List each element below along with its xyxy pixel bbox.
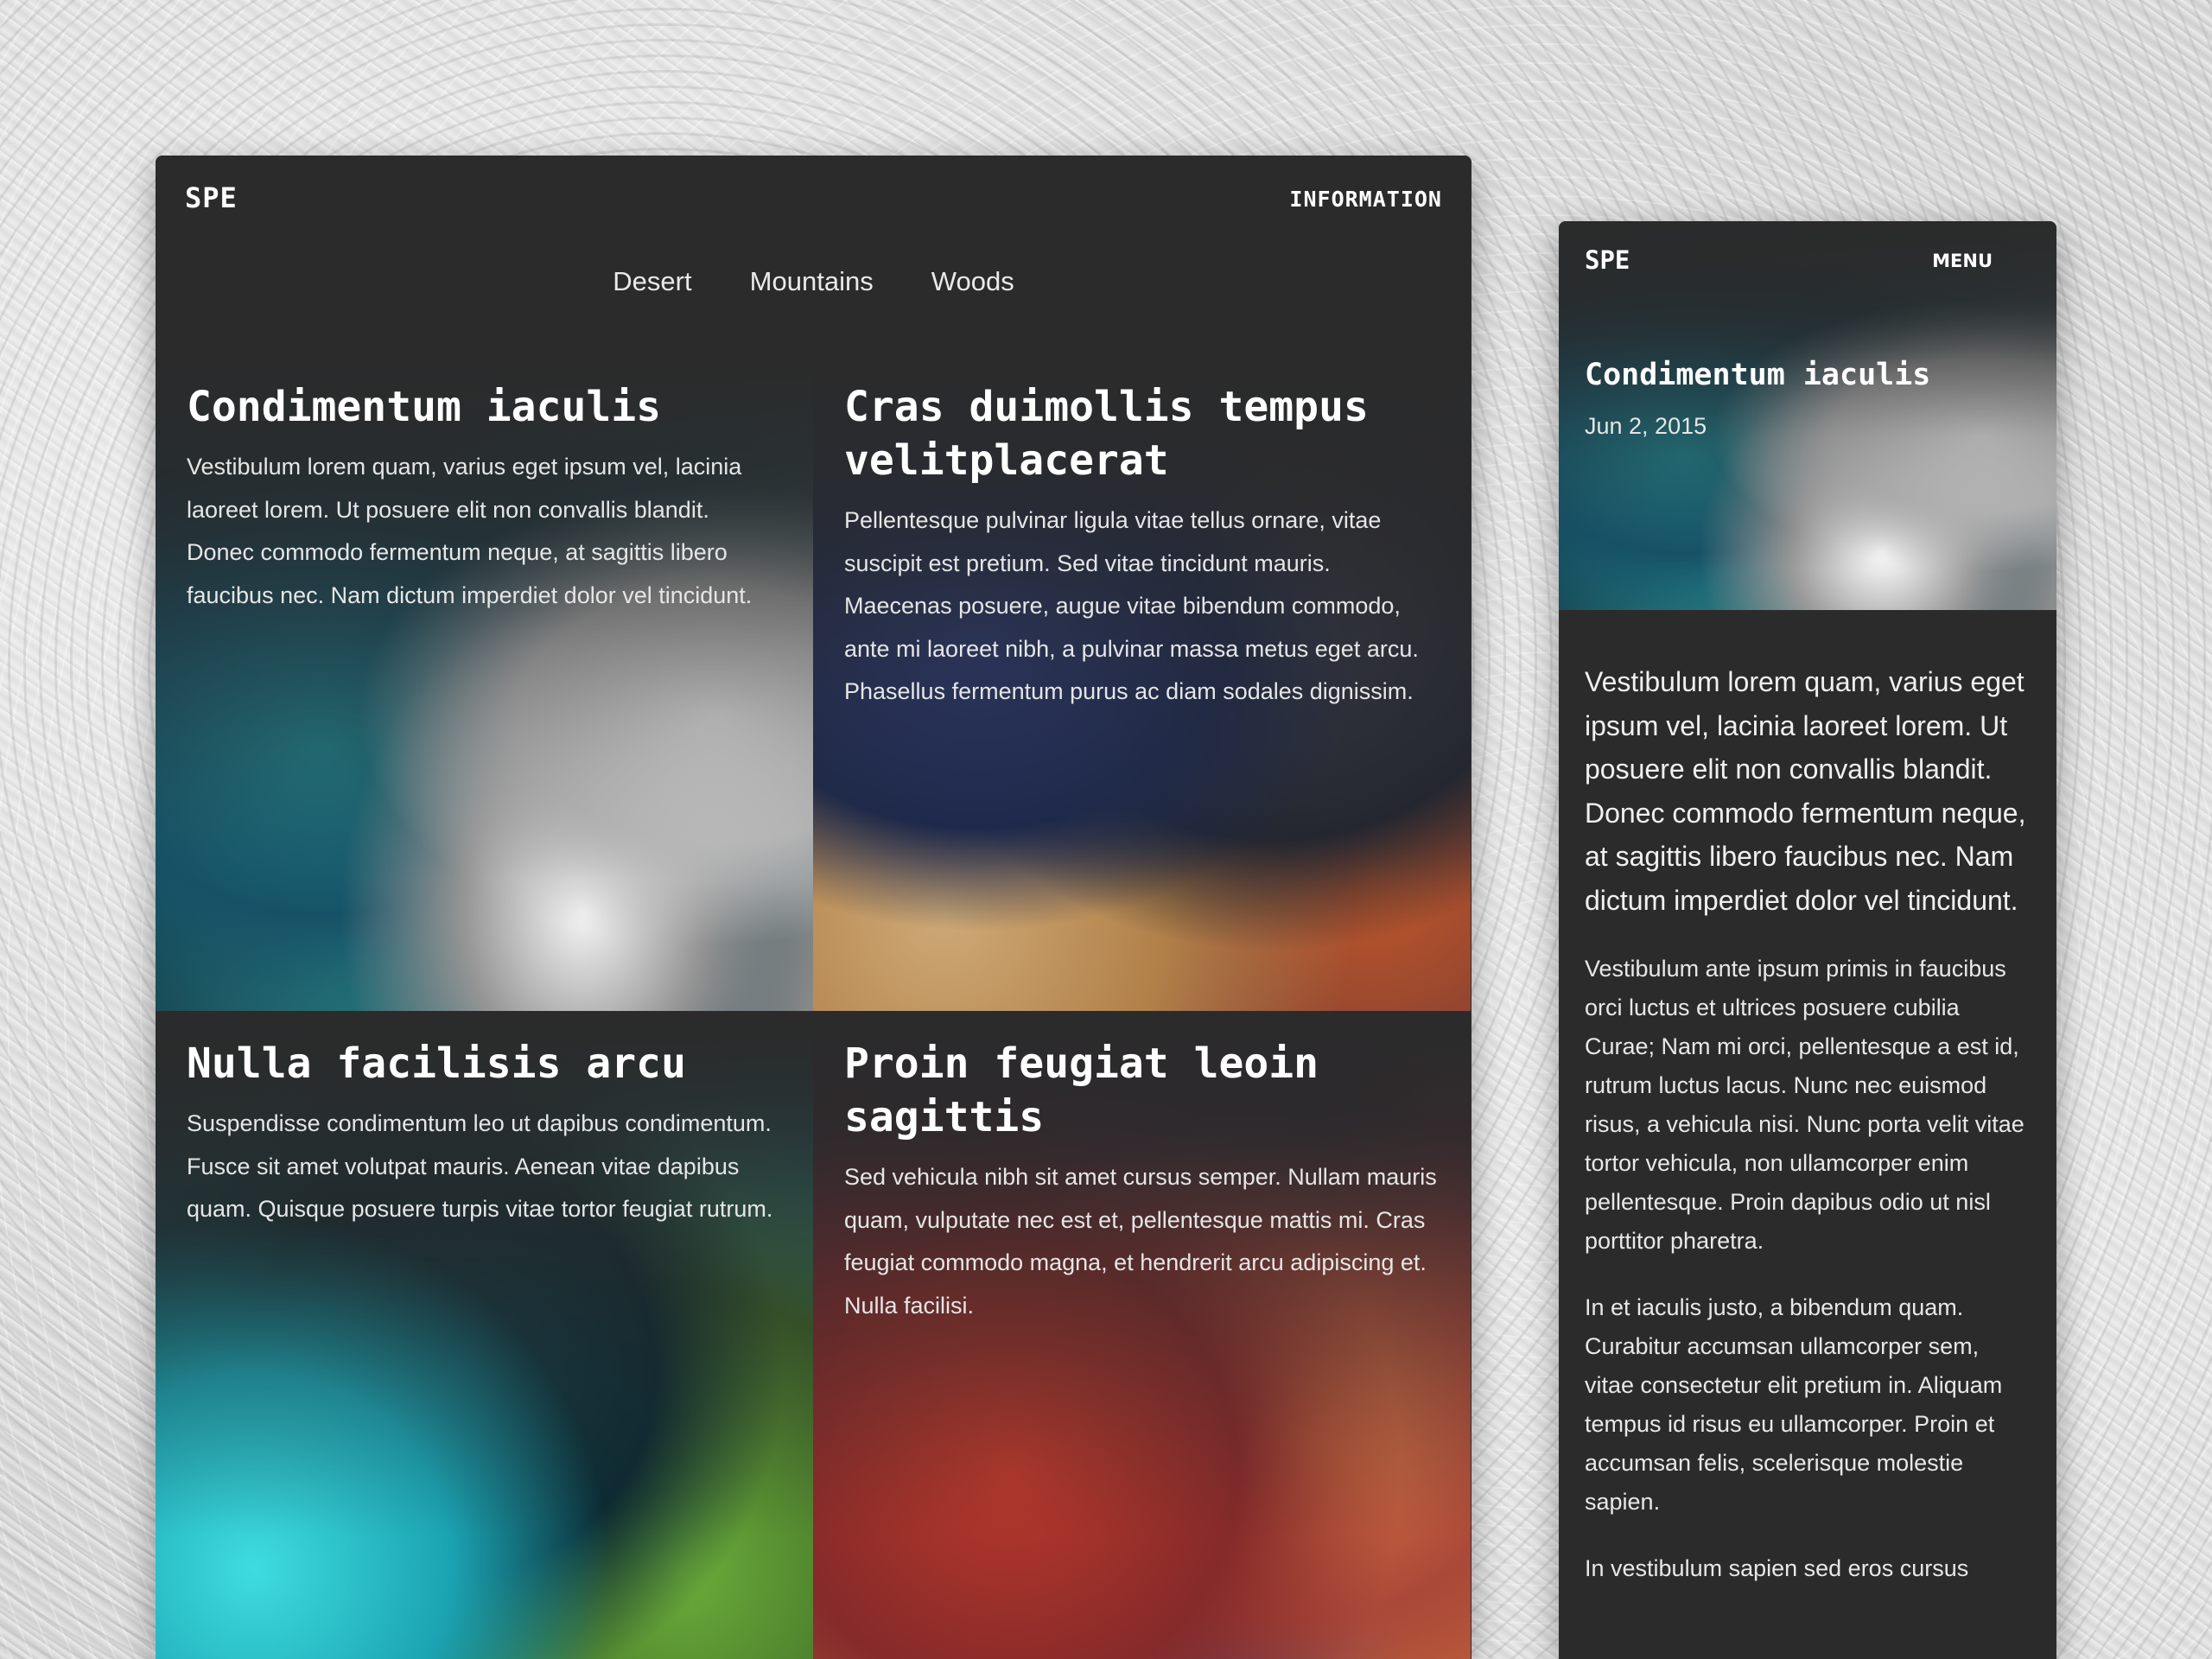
article-body: Vestibulum lorem quam, varius eget ipsum… — [1585, 660, 2031, 1616]
mobile-hero: SPE MENU Condimentum iaculis Jun 2, 2015 — [1559, 221, 2056, 610]
nav-item-woods[interactable]: Woods — [931, 266, 1014, 297]
information-link[interactable]: INFORMATION — [1289, 187, 1442, 212]
article-card[interactable]: Nulla facilisis arcu Suspendisse condime… — [156, 1011, 813, 1659]
card-title[interactable]: Cras duimollis tempus velitplacerat — [813, 354, 1471, 487]
card-excerpt: Suspendisse condimentum leo ut dapibus c… — [187, 1110, 773, 1222]
site-logo[interactable]: SPE — [1585, 245, 1630, 275]
article-paragraph: Vestibulum ante ipsum primis in faucibus… — [1585, 956, 2024, 1254]
card-excerpt: Vestibulum lorem quam, varius eget ipsum… — [187, 454, 753, 608]
desktop-header: SPE INFORMATION Desert Mountains Woods — [156, 156, 1471, 354]
card-title[interactable]: Condimentum iaculis — [156, 354, 813, 434]
article-card[interactable]: Proin feugiat leoin sagittis Sed vehicul… — [813, 1011, 1471, 1659]
article-date: Jun 2, 2015 — [1585, 413, 1707, 439]
card-excerpt: Sed vehicula nibh sit amet cursus semper… — [844, 1164, 1437, 1319]
article-card[interactable]: Condimentum iaculis Vestibulum lorem qua… — [156, 354, 813, 1011]
card-title[interactable]: Proin feugiat leoin sagittis — [813, 1011, 1471, 1144]
menu-button[interactable]: MENU — [1932, 251, 1993, 271]
article-lead: Vestibulum lorem quam, varius eget ipsum… — [1585, 666, 2026, 916]
article-paragraph: In vestibulum sapien sed eros cursus — [1585, 1555, 1969, 1581]
card-excerpt: Pellentesque pulvinar ligula vitae tellu… — [844, 507, 1419, 704]
mobile-layout: SPE MENU Condimentum iaculis Jun 2, 2015… — [1559, 221, 2056, 1659]
nav-item-mountains[interactable]: Mountains — [750, 266, 874, 297]
article-card[interactable]: Cras duimollis tempus velitplacerat Pell… — [813, 354, 1471, 1011]
site-logo[interactable]: SPE — [185, 181, 238, 214]
article-paragraph: In et iaculis justo, a bibendum quam. Cu… — [1585, 1294, 2003, 1515]
desktop-layout: SPE INFORMATION Desert Mountains Woods C… — [156, 156, 1471, 1659]
nav-item-desert[interactable]: Desert — [613, 266, 691, 297]
card-title[interactable]: Nulla facilisis arcu — [156, 1011, 813, 1090]
category-nav: Desert Mountains Woods — [156, 266, 1471, 297]
article-title: Condimentum iaculis — [1585, 358, 1931, 392]
